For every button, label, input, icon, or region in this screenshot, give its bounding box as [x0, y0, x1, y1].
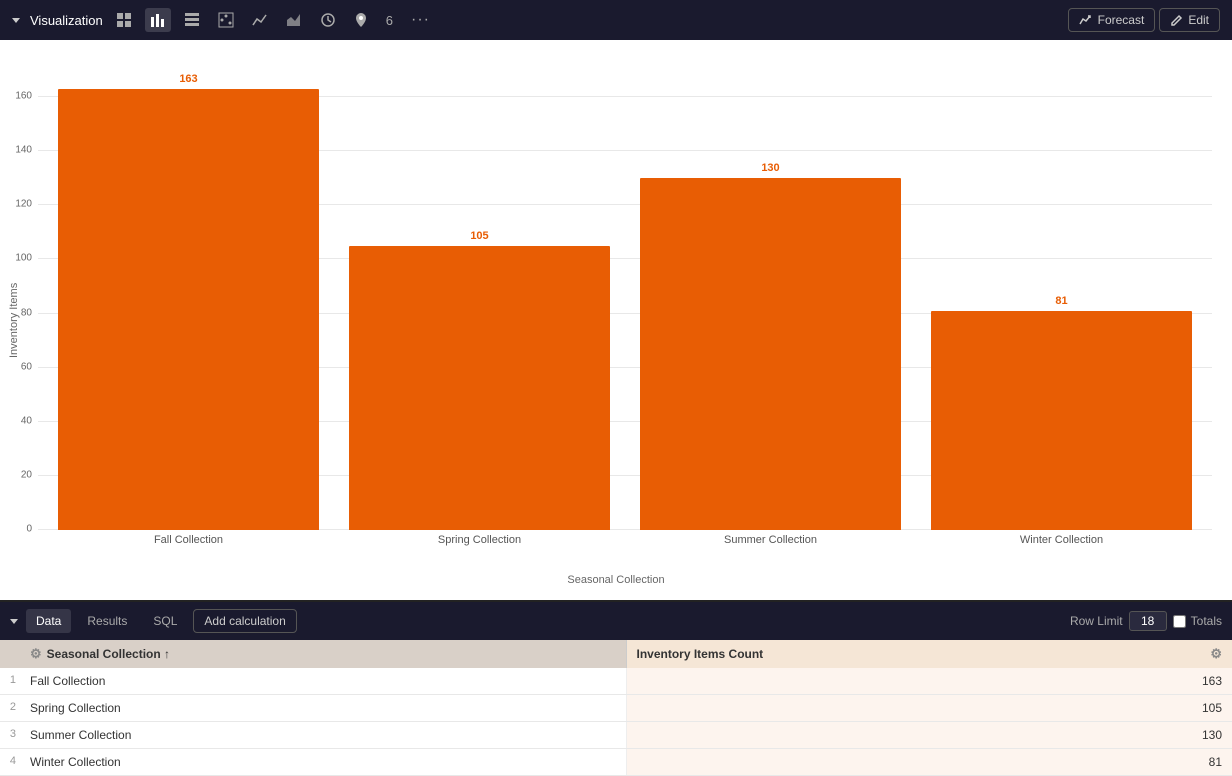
- cell-seasonal: Summer Collection: [20, 722, 627, 748]
- totals-area: Totals: [1173, 614, 1222, 628]
- bars-area: 163Fall Collection105Spring Collection13…: [38, 70, 1212, 530]
- y-tick-label: 160: [15, 91, 38, 102]
- top-toolbar: Visualization: [0, 0, 1232, 40]
- grid-view-button[interactable]: [111, 8, 137, 32]
- row-num-spacer: [0, 640, 20, 668]
- cell-seasonal: Winter Collection: [20, 749, 627, 775]
- y-tick-label: 140: [15, 145, 38, 156]
- bar-value-label: 105: [470, 230, 488, 242]
- y-tick-label: 60: [21, 361, 38, 372]
- y-tick-label: 40: [21, 415, 38, 426]
- row-number: 3: [0, 722, 20, 748]
- cell-count: 81: [627, 749, 1232, 775]
- forecast-label: Forecast: [1098, 13, 1145, 27]
- bar[interactable]: [931, 311, 1192, 530]
- scatter-button[interactable]: [213, 8, 239, 32]
- visualization-chevron[interactable]: [12, 18, 20, 23]
- more-label: ···: [411, 11, 430, 29]
- row-limit-input[interactable]: [1129, 611, 1167, 631]
- bar-group[interactable]: 163Fall Collection: [58, 70, 319, 530]
- toolbar-right: Forecast Edit: [1068, 8, 1220, 32]
- table-row: 2Spring Collection105: [0, 695, 1232, 722]
- bar-group[interactable]: 130Summer Collection: [640, 70, 901, 530]
- y-tick-label: 0: [26, 524, 38, 535]
- bar-category-label: Summer Collection: [640, 530, 901, 546]
- table-header: ⚙ Seasonal Collection ↑ Inventory Items …: [0, 640, 1232, 668]
- table-body: 1Fall Collection1632Spring Collection105…: [0, 668, 1232, 776]
- bar-chart-button[interactable]: [145, 8, 171, 32]
- tab-data[interactable]: Data: [26, 609, 71, 633]
- cell-seasonal: Fall Collection: [20, 668, 627, 694]
- seasonal-gear-icon[interactable]: ⚙: [30, 646, 42, 662]
- chart-container: Inventory Items 020406080100120140160 16…: [0, 50, 1232, 570]
- toolbar-left: Visualization: [12, 7, 1060, 33]
- bar-group[interactable]: 81Winter Collection: [931, 70, 1192, 530]
- y-tick-label: 20: [21, 469, 38, 480]
- y-tick-label: 120: [15, 199, 38, 210]
- clock-button[interactable]: [315, 8, 341, 32]
- bottom-toolbar: Data Results SQL Add calculation Row Lim…: [0, 602, 1232, 640]
- bar[interactable]: [640, 178, 901, 530]
- row-number: 4: [0, 749, 20, 775]
- table-view-button[interactable]: [179, 8, 205, 32]
- col-header-seasonal: ⚙ Seasonal Collection ↑: [20, 640, 627, 668]
- bar-value-label: 163: [179, 73, 197, 85]
- chart-inner: 020406080100120140160 163Fall Collection…: [28, 50, 1232, 570]
- bar-value-label: 130: [761, 162, 779, 174]
- visualization-title: Visualization: [30, 13, 103, 28]
- totals-label: Totals: [1191, 614, 1222, 628]
- row-limit-label: Row Limit: [1070, 614, 1123, 628]
- col1-header-text: Seasonal Collection ↑: [47, 647, 170, 661]
- x-axis-title: Seasonal Collection: [0, 574, 1232, 586]
- forecast-button[interactable]: Forecast: [1068, 8, 1156, 32]
- cell-count: 163: [627, 668, 1232, 694]
- bottom-panel: Data Results SQL Add calculation Row Lim…: [0, 600, 1232, 776]
- chart-area: Inventory Items 020406080100120140160 16…: [0, 40, 1232, 600]
- edit-button[interactable]: Edit: [1159, 8, 1220, 32]
- line-chart-button[interactable]: [247, 8, 273, 32]
- map-button[interactable]: [349, 8, 373, 32]
- table-row: 3Summer Collection130: [0, 722, 1232, 749]
- cell-count: 105: [627, 695, 1232, 721]
- row-limit-area: Row Limit: [1070, 611, 1167, 631]
- six-button[interactable]: 6: [381, 9, 398, 32]
- col-header-inventory: Inventory Items Count ⚙: [627, 640, 1232, 668]
- row-number: 1: [0, 668, 20, 694]
- row-number: 2: [0, 695, 20, 721]
- y-tick-label: 100: [15, 253, 38, 264]
- table-row: 1Fall Collection163: [0, 668, 1232, 695]
- six-label: 6: [386, 13, 393, 28]
- cell-count: 130: [627, 722, 1232, 748]
- tab-sql[interactable]: SQL: [143, 609, 187, 633]
- bar-value-label: 81: [1055, 295, 1067, 307]
- totals-checkbox[interactable]: [1173, 615, 1186, 628]
- bar[interactable]: [58, 89, 319, 530]
- cell-seasonal: Spring Collection: [20, 695, 627, 721]
- inventory-gear-icon[interactable]: ⚙: [1210, 646, 1222, 662]
- table-row: 4Winter Collection81: [0, 749, 1232, 776]
- data-chevron[interactable]: [10, 619, 18, 624]
- y-tick-label: 80: [21, 307, 38, 318]
- bar-category-label: Winter Collection: [931, 530, 1192, 546]
- bar-category-label: Spring Collection: [349, 530, 610, 546]
- bar[interactable]: [349, 246, 610, 530]
- bar-category-label: Fall Collection: [58, 530, 319, 546]
- edit-label: Edit: [1188, 13, 1209, 27]
- col2-header-text: Inventory Items Count: [637, 647, 764, 661]
- tab-results[interactable]: Results: [77, 609, 137, 633]
- add-calculation-button[interactable]: Add calculation: [193, 609, 296, 633]
- area-chart-button[interactable]: [281, 8, 307, 32]
- bar-group[interactable]: 105Spring Collection: [349, 70, 610, 530]
- more-button[interactable]: ···: [406, 7, 435, 33]
